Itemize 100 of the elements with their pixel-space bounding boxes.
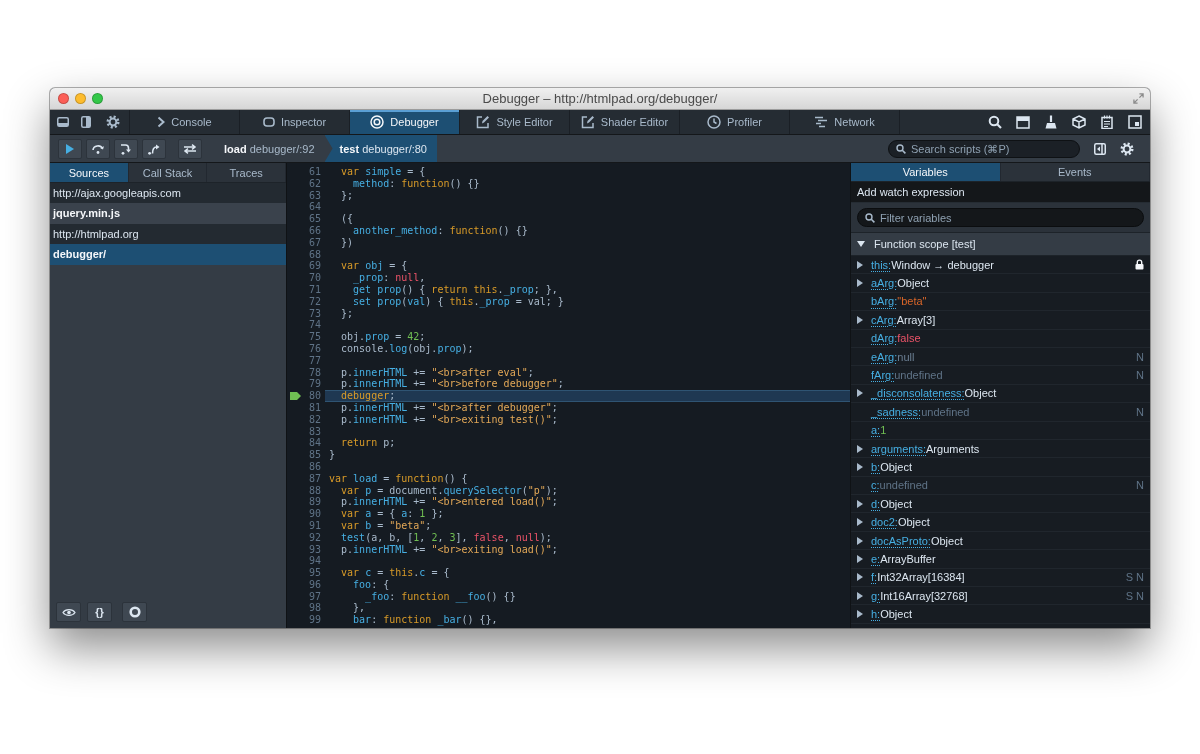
- collapse-arrow-icon[interactable]: [857, 241, 865, 247]
- close-button[interactable]: [58, 93, 69, 104]
- expand-arrow-icon[interactable]: [857, 499, 863, 508]
- execution-arrow-icon: [290, 392, 301, 401]
- variable-value: Int32Array[16384]: [877, 571, 965, 584]
- step-over-button[interactable]: [86, 138, 110, 159]
- expand-arrow-icon[interactable]: [857, 260, 863, 269]
- expand-arrow-icon[interactable]: [857, 315, 863, 324]
- variable-name: eArg:: [871, 350, 898, 363]
- pencil-square-icon: [580, 115, 595, 129]
- expand-arrow-icon[interactable]: [857, 518, 863, 527]
- toolbox-tab[interactable]: Debugger: [350, 110, 460, 134]
- line-number: 80: [308, 390, 321, 402]
- code-line: }: [328, 449, 336, 461]
- source-group-label: http://ajax.googleapis.com: [50, 183, 286, 203]
- code-line: };: [340, 307, 354, 320]
- code-line: return p;: [340, 437, 396, 450]
- expand-arrow-icon[interactable]: [857, 591, 863, 600]
- brush-icon[interactable]: [1044, 115, 1058, 129]
- variable-name: a:: [871, 424, 881, 437]
- panel-tab[interactable]: Variables: [851, 163, 1001, 181]
- code-line: obj.prop = 42;: [340, 331, 426, 343]
- code-line: console.log(obj.prop);: [340, 342, 474, 355]
- code-line: p.innerHTML += "<br>after debugger";: [340, 401, 558, 414]
- toolbox-tab[interactable]: Style Editor: [460, 110, 570, 134]
- expand-arrow-icon[interactable]: [857, 279, 863, 288]
- code-line: _foo: function __foo() {}: [365, 590, 516, 603]
- step-out-button[interactable]: [142, 138, 166, 159]
- line-number: 81: [308, 401, 321, 414]
- expand-arrow-icon[interactable]: [857, 389, 863, 398]
- sidebar-icon[interactable]: [81, 116, 91, 128]
- variable-flags: N: [1136, 405, 1144, 418]
- variable-name: cArg:: [871, 313, 897, 326]
- source-item[interactable]: debugger/: [50, 244, 286, 265]
- sidebar-toggle-icon[interactable]: [1094, 142, 1106, 155]
- toggle-panes-button[interactable]: [178, 138, 202, 159]
- dock-icon[interactable]: [57, 117, 69, 127]
- scope-header[interactable]: Function scope [test]: [851, 232, 1150, 256]
- variable-name: arguments:: [871, 442, 927, 455]
- code-line: method: function() {}: [352, 177, 480, 190]
- variable-name: h:: [871, 608, 881, 621]
- variable-name: docAsProto:: [871, 534, 931, 547]
- expand-arrow-icon[interactable]: [857, 536, 863, 545]
- source-item[interactable]: jquery.min.js: [50, 203, 286, 224]
- code-line: var load = function() {: [328, 472, 468, 485]
- notepad-icon[interactable]: [1100, 115, 1114, 129]
- fullscreen-icon[interactable]: [1133, 93, 1144, 104]
- code-line: p.innerHTML += "<br>exiting test()";: [340, 413, 558, 426]
- window-icon[interactable]: [1016, 115, 1030, 129]
- zoom-button[interactable]: [92, 93, 103, 104]
- code-line: var p = document.querySelector("p");: [340, 484, 558, 497]
- line-number: 62: [308, 177, 321, 190]
- step-in-button[interactable]: [114, 138, 138, 159]
- toolbox-tab[interactable]: Console: [130, 110, 240, 134]
- expand-arrow-icon[interactable]: [857, 444, 863, 453]
- line-number: 68: [308, 248, 321, 261]
- panel-tab[interactable]: Traces: [207, 163, 286, 182]
- resume-button[interactable]: [58, 138, 82, 159]
- panel-tab[interactable]: Events: [1000, 163, 1150, 181]
- magnifier-icon[interactable]: [988, 115, 1002, 129]
- toolbox-tab[interactable]: Shader Editor: [570, 110, 680, 134]
- toolbox-tab[interactable]: Network: [790, 110, 900, 134]
- stack-breadcrumb[interactable]: load debugger/:92: [214, 135, 325, 162]
- line-number: 90: [308, 508, 321, 520]
- eye-icon: [61, 607, 76, 617]
- panel-tab[interactable]: Call Stack: [128, 163, 208, 182]
- code-line: var b = "beta";: [340, 519, 432, 532]
- line-number: 86: [308, 460, 321, 473]
- expand-arrow-icon[interactable]: [857, 554, 863, 563]
- variable-name: aArg:: [871, 277, 898, 290]
- expand-arrow-icon[interactable]: [857, 573, 863, 582]
- variable-name: doc2:: [871, 516, 898, 529]
- expand-arrow-icon[interactable]: [857, 610, 863, 619]
- step-in-icon: [120, 142, 132, 155]
- code-line: get prop() { return this._prop; },: [352, 283, 558, 296]
- blackbox-button[interactable]: [56, 602, 81, 622]
- expand-arrow-icon[interactable]: [857, 463, 863, 471]
- code-line: },: [352, 602, 366, 615]
- search-field[interactable]: Search scripts (⌘P): [888, 139, 1080, 158]
- toggle-breakpoints-button[interactable]: [122, 602, 147, 622]
- variable-flags: S N: [1125, 571, 1144, 584]
- cube-icon[interactable]: [1072, 115, 1086, 129]
- variable-name: e:: [871, 552, 881, 565]
- variable-value: Object: [880, 608, 912, 621]
- variable-name: _disconsolateness:: [871, 387, 965, 400]
- line-number: 95: [308, 567, 321, 579]
- variable-value: undefined: [894, 369, 943, 382]
- add-watch-expression[interactable]: Add watch expression: [851, 182, 1150, 203]
- pretty-print-button[interactable]: {}: [87, 602, 112, 622]
- code-line: }): [340, 236, 354, 249]
- settings-icon[interactable]: [106, 115, 120, 129]
- line-number: 65: [308, 213, 321, 225]
- line-number: 66: [308, 225, 321, 237]
- split-square-icon[interactable]: [1128, 115, 1142, 129]
- toolbox-tab[interactable]: Profiler: [680, 110, 790, 134]
- stack-breadcrumb[interactable]: test debugger/:80: [324, 135, 437, 162]
- line-number: 89: [308, 496, 321, 509]
- panel-tab[interactable]: Sources: [50, 163, 129, 182]
- filter-field[interactable]: Filter variables: [857, 208, 1144, 227]
- variable-value: Array[3]: [896, 313, 936, 326]
